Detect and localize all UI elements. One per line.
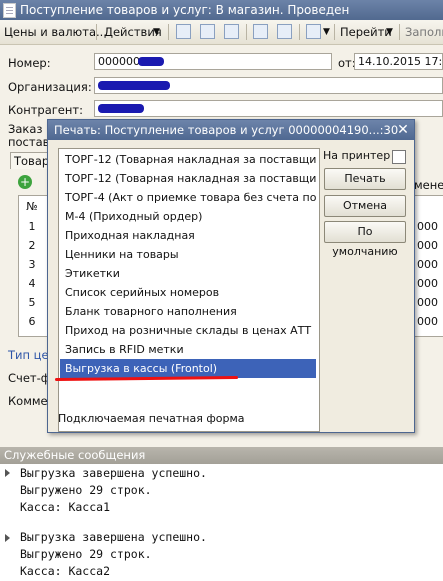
toolbar-separator xyxy=(96,24,97,40)
dropdown-arrow-icon[interactable]: ▼ xyxy=(153,20,160,44)
window-titlebar: Поступление товаров и услуг: В магазин. … xyxy=(0,0,443,20)
date-label: от: xyxy=(338,56,356,70)
save-icon[interactable] xyxy=(200,24,215,39)
toolbar: Цены и валюта... Действия ▼ ▼ Перейти ▼ … xyxy=(0,20,443,45)
messages-header: Служебные сообщения xyxy=(0,447,443,464)
dialog-title: Печать: Поступление товаров и услуг 0000… xyxy=(54,123,399,137)
table-cell: 000 xyxy=(417,258,438,271)
prices-button[interactable]: Цены и валюта... xyxy=(4,20,107,44)
refresh-icon[interactable] xyxy=(224,24,239,39)
goto-icon[interactable] xyxy=(306,24,321,39)
toolbar-separator xyxy=(246,24,247,40)
column-header-right: мене xyxy=(414,178,443,192)
dropdown-arrow-icon[interactable]: ▼ xyxy=(386,20,393,44)
list-item-selected[interactable]: Выгрузка в кассы (Frontol) xyxy=(60,359,316,378)
to-printer-checkbox[interactable] xyxy=(392,150,406,164)
date-value: 14.10.2015 17:32 xyxy=(358,55,443,68)
message-line: Выгрузка завершена успешно. xyxy=(20,530,207,544)
footer-note: Подключаемая печатная форма xyxy=(58,412,245,425)
table-cell: 000 xyxy=(417,296,438,309)
table-row[interactable]: 6 xyxy=(19,315,45,328)
message-line: Касса: Касса1 xyxy=(20,500,111,514)
document-icon xyxy=(3,3,16,18)
fill-menu[interactable]: Заполн xyxy=(405,20,443,44)
list-item[interactable]: Приход на розничные склады в ценах АТТ xyxy=(60,321,316,340)
expand-arrow-icon[interactable] xyxy=(5,469,10,477)
toolbar-separator xyxy=(299,24,300,40)
expand-arrow-icon[interactable] xyxy=(5,534,10,542)
print-dialog: Печать: Поступление товаров и услуг 0000… xyxy=(47,119,415,433)
list-item[interactable]: М-4 (Приходный ордер) xyxy=(60,207,316,226)
messages-panel: Выгрузка завершена успешно. Выгружено 29… xyxy=(0,464,443,581)
contractor-field[interactable] xyxy=(94,100,443,117)
copy-doc-icon[interactable] xyxy=(253,24,268,39)
column-header-number: № xyxy=(26,200,38,213)
message-line: Выгрузка завершена успешно. xyxy=(20,466,207,480)
dialog-titlebar: Печать: Поступление товаров и услуг 0000… xyxy=(48,120,414,140)
print-forms-list: ТОРГ-12 (Товарная накладная за поставщик… xyxy=(58,148,320,432)
table-cell: 000 xyxy=(417,220,438,233)
toolbar-separator xyxy=(334,24,335,40)
toolbar-separator xyxy=(399,24,400,40)
comment-label: Комме xyxy=(8,394,48,408)
list-item[interactable]: Этикетки xyxy=(60,264,316,283)
message-line: Выгружено 29 строк. xyxy=(20,547,152,561)
table-row[interactable]: 3 xyxy=(19,258,45,271)
supplier-label: постав xyxy=(8,135,50,149)
message-line: Выгружено 29 строк. xyxy=(20,483,152,497)
message-line: Касса: Касса2 xyxy=(20,564,111,578)
invoice-label: Счет-ф xyxy=(8,371,51,385)
table-row[interactable]: 4 xyxy=(19,277,45,290)
date-field[interactable]: 14.10.2015 17:32 xyxy=(354,53,443,70)
list-item[interactable]: Запись в RFID метки xyxy=(60,340,316,359)
print-button[interactable]: Печать xyxy=(324,168,406,190)
goto-menu[interactable]: Перейти xyxy=(340,20,392,44)
list-item[interactable]: Список серийных номеров xyxy=(60,283,316,302)
table-row[interactable]: 2 xyxy=(19,239,45,252)
tab-goods[interactable]: Товар xyxy=(10,152,52,169)
list-item[interactable]: ТОРГ-12 (Товарная накладная за поставщик… xyxy=(60,150,316,169)
table-cell: 000 xyxy=(417,315,438,328)
organization-label: Организация: xyxy=(8,80,92,94)
hierarchy-icon[interactable] xyxy=(277,24,292,39)
redaction-mark xyxy=(138,57,164,66)
window-title: Поступление товаров и услуг: В магазин. … xyxy=(20,3,350,17)
list-item[interactable]: ТОРГ-4 (Акт о приемке товара без счета п… xyxy=(60,188,316,207)
dropdown-arrow-icon[interactable]: ▼ xyxy=(323,20,330,44)
number-field[interactable]: 00000000 xyxy=(94,53,332,70)
contractor-label: Контрагент: xyxy=(8,103,83,117)
cancel-button[interactable]: Отмена xyxy=(324,195,406,217)
default-button[interactable]: По умолчанию xyxy=(324,221,406,258)
redaction-mark xyxy=(98,81,170,90)
order-label: Заказ xyxy=(8,122,43,136)
to-printer-label: На принтер xyxy=(323,149,391,162)
list-item[interactable]: ТОРГ-12 (Товарная накладная за поставщик… xyxy=(60,169,316,188)
list-item[interactable]: Приходная накладная xyxy=(60,226,316,245)
table-cell: 000 xyxy=(417,239,438,252)
table-cell: 000 xyxy=(417,277,438,290)
close-icon[interactable]: ✕ xyxy=(396,121,410,139)
print-icon[interactable] xyxy=(176,24,191,39)
toolbar-separator xyxy=(168,24,169,40)
add-row-icon[interactable]: + xyxy=(18,175,32,189)
table-row[interactable]: 1 xyxy=(19,220,45,233)
list-item[interactable]: Ценники на товары xyxy=(60,245,316,264)
messages-title: Служебные сообщения xyxy=(4,448,146,462)
redaction-mark xyxy=(98,104,144,113)
table-row[interactable]: 5 xyxy=(19,296,45,309)
number-label: Номер: xyxy=(8,56,51,70)
list-item[interactable]: Бланк товарного наполнения xyxy=(60,302,316,321)
